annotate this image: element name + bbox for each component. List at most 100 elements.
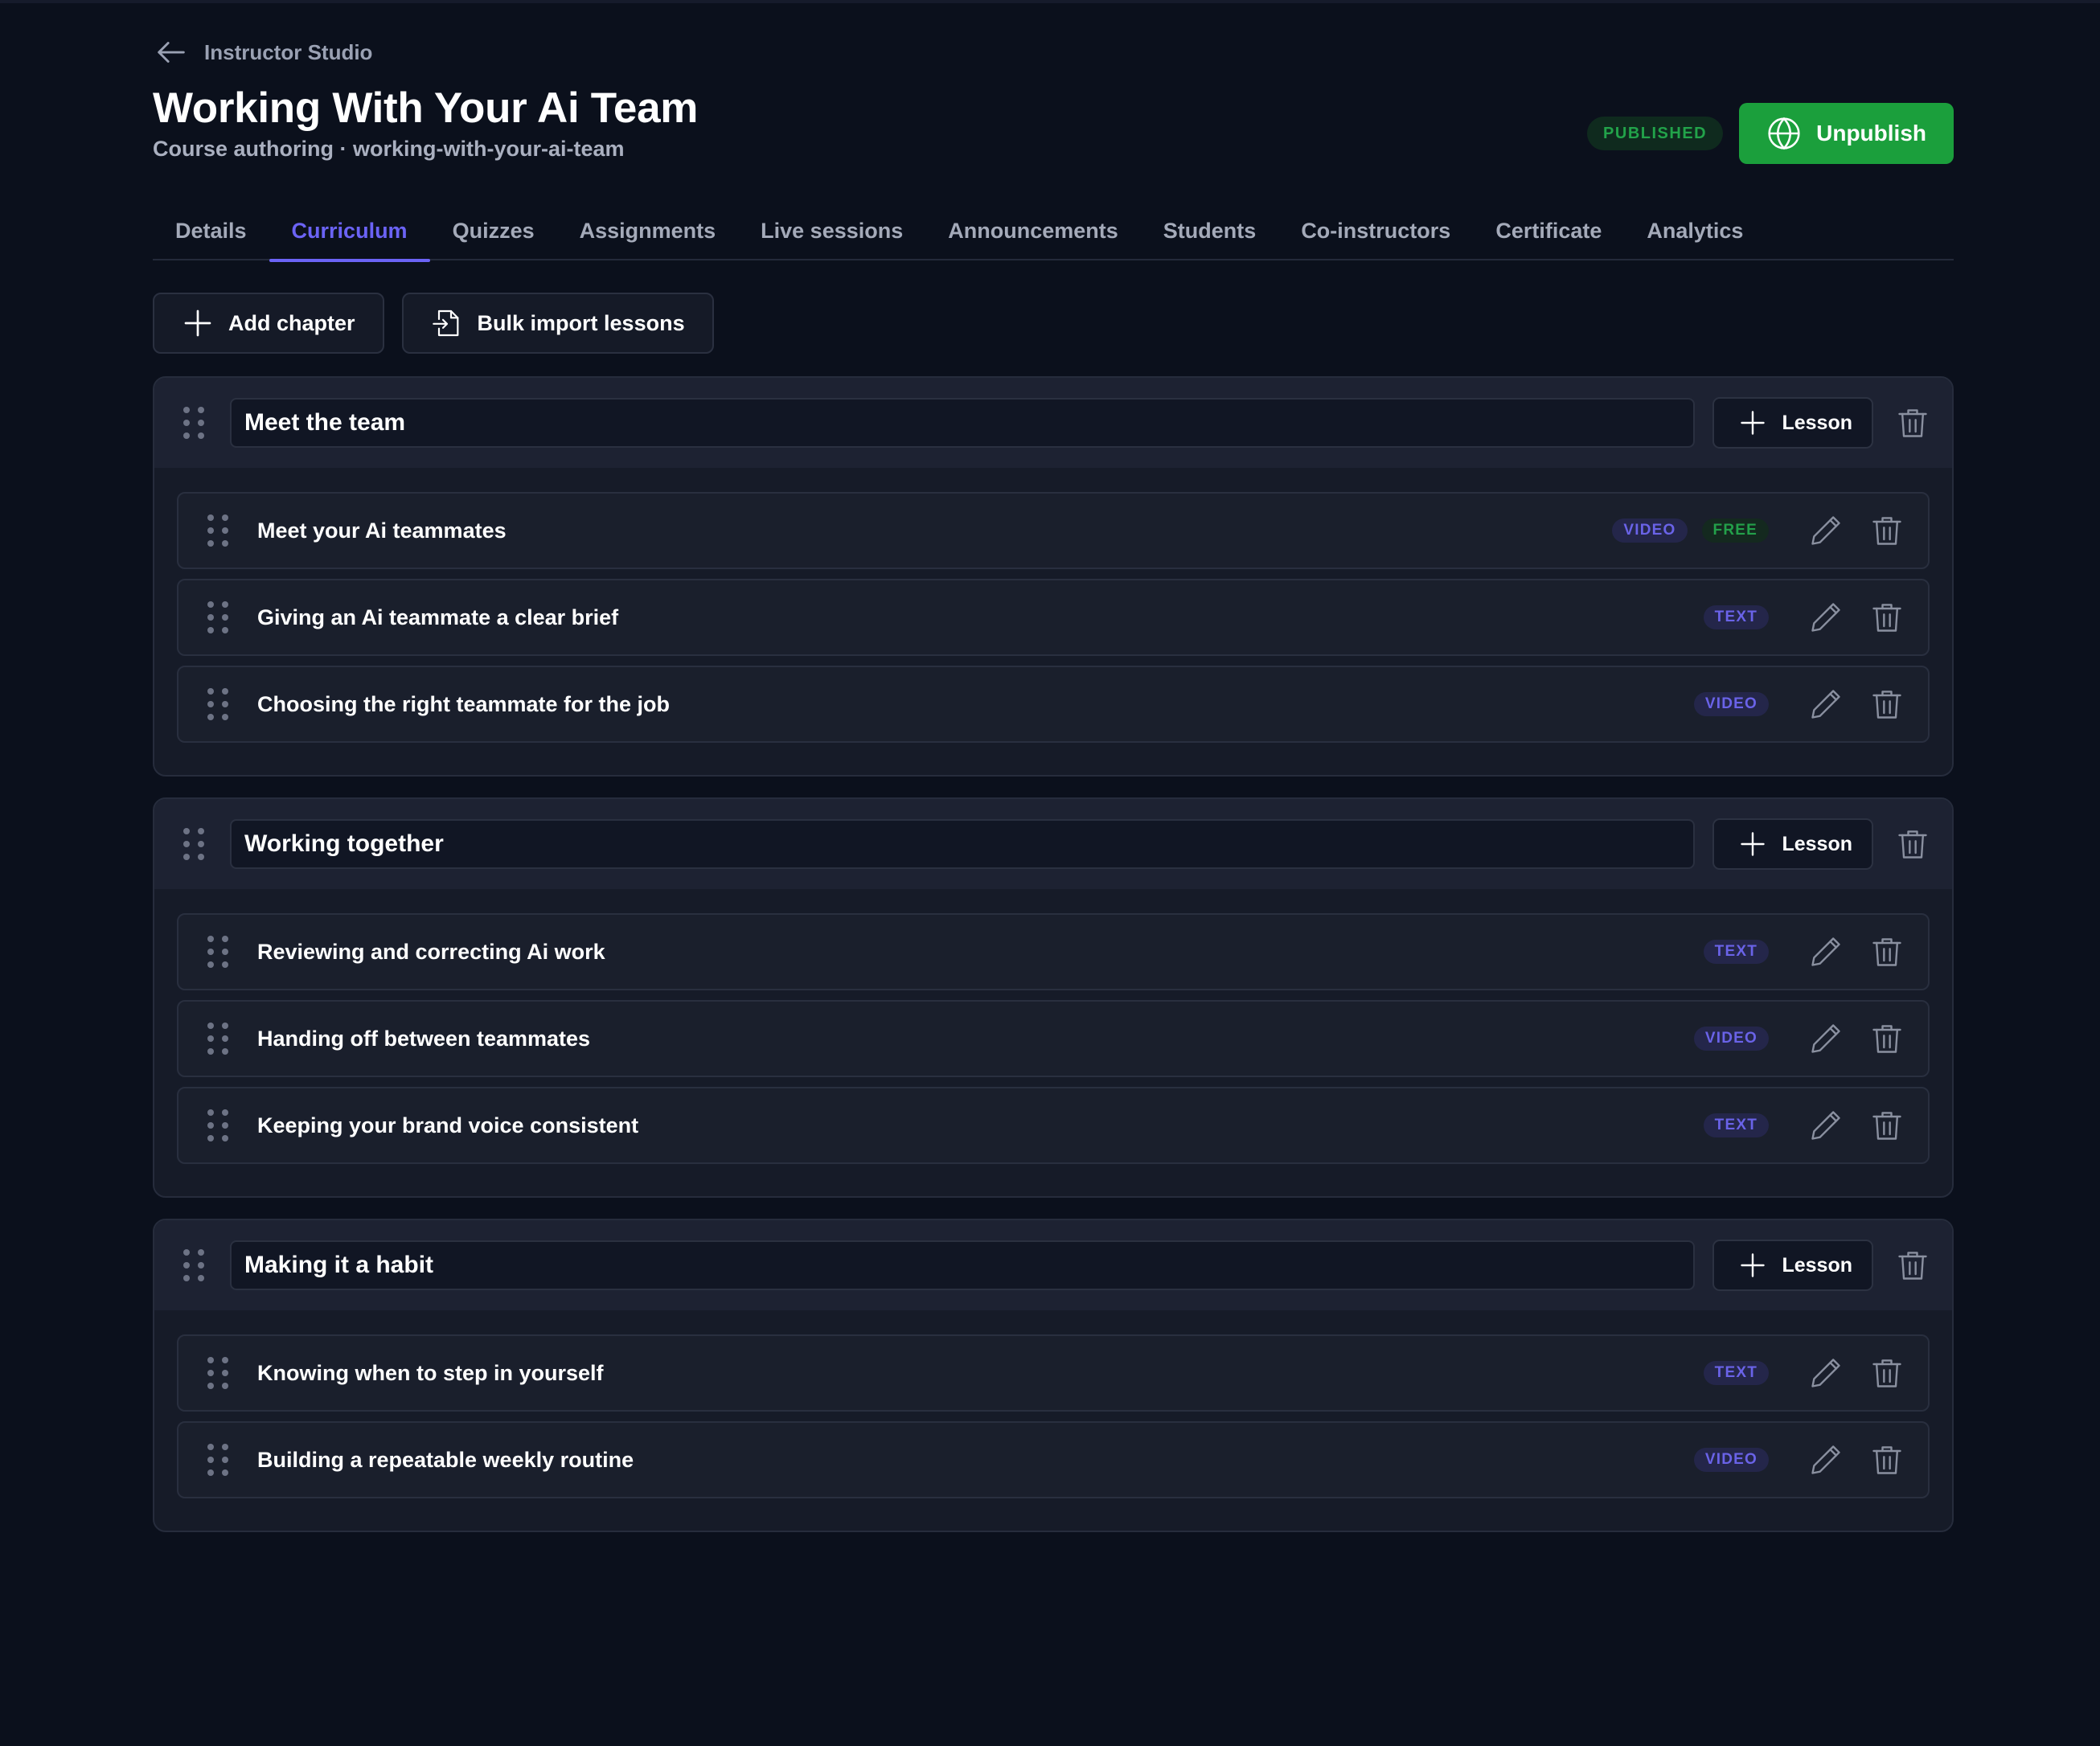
chapter-header: Meet the team Lesson (154, 378, 1952, 468)
lesson-title: Giving an Ai teammate a clear brief (257, 605, 619, 629)
drag-handle-icon[interactable] (207, 1023, 230, 1055)
tab-quizzes[interactable]: Quizzes (430, 201, 557, 260)
trash-icon[interactable] (1868, 1355, 1905, 1391)
drag-handle-icon[interactable] (207, 601, 230, 633)
add-lesson-label: Lesson (1782, 1253, 1852, 1277)
lesson-row[interactable]: Building a repeatable weekly routine VIDE… (177, 1421, 1930, 1498)
pencil-icon[interactable] (1807, 1107, 1844, 1144)
add-chapter-label: Add chapter (228, 310, 355, 335)
add-lesson-button[interactable]: Lesson (1712, 397, 1873, 449)
drag-handle-icon[interactable] (207, 514, 230, 547)
add-lesson-button[interactable]: Lesson (1712, 818, 1873, 870)
trash-icon[interactable] (1868, 1020, 1905, 1057)
tab-certificate[interactable]: Certificate (1473, 201, 1624, 260)
add-chapter-button[interactable]: Add chapter (153, 293, 384, 354)
pencil-icon[interactable] (1807, 933, 1844, 970)
chapter-title-input[interactable]: Making it a habit (230, 1240, 1696, 1290)
lesson-row[interactable]: Giving an Ai teammate a clear brief TEXT (177, 579, 1930, 656)
drag-handle-icon[interactable] (207, 688, 230, 720)
lesson-type-badge: VIDEO (1693, 692, 1769, 716)
trash-icon[interactable] (1868, 933, 1905, 970)
lesson-title: Meet your Ai teammates (257, 518, 507, 543)
lesson-row[interactable]: Keeping your brand voice consistent TEXT (177, 1087, 1930, 1164)
chapter-title-input[interactable]: Working together (230, 819, 1696, 869)
unpublish-label: Unpublish (1816, 121, 1926, 146)
lesson-type-badge: VIDEO (1612, 518, 1688, 543)
status-badge: PUBLISHED (1587, 117, 1724, 150)
pencil-icon[interactable] (1807, 512, 1844, 549)
lesson-type-badge: VIDEO (1693, 1027, 1769, 1051)
drag-handle-icon[interactable] (207, 936, 230, 968)
free-badge: FREE (1701, 518, 1769, 543)
plus-icon (1738, 1251, 1767, 1280)
lesson-row[interactable]: Knowing when to step in yourself TEXT (177, 1334, 1930, 1412)
tab-announcements[interactable]: Announcements (925, 201, 1141, 260)
lesson-type-badge: VIDEO (1693, 1448, 1769, 1472)
chapter-header: Making it a habit Lesson (154, 1220, 1952, 1310)
chapter-list: Meet the team Lesson Meet your Ai teammate… (153, 376, 1954, 1553)
back-link[interactable]: Instructor Studio (153, 34, 372, 71)
pencil-icon[interactable] (1807, 1355, 1844, 1391)
tab-analytics[interactable]: Analytics (1624, 201, 1766, 260)
lesson-list: Knowing when to step in yourself TEXT Buil… (154, 1310, 1952, 1531)
trash-icon[interactable] (1894, 826, 1931, 863)
drag-handle-icon[interactable] (183, 828, 206, 860)
pencil-icon[interactable] (1807, 1441, 1844, 1478)
curriculum-toolbar: Add chapter Bulk import lessons (153, 293, 714, 354)
back-link-label: Instructor Studio (204, 39, 373, 64)
trash-icon[interactable] (1894, 1247, 1931, 1284)
lesson-type-badge: TEXT (1703, 1113, 1769, 1137)
drag-handle-icon[interactable] (207, 1357, 230, 1389)
arrow-left-icon (158, 42, 185, 63)
tab-assignments[interactable]: Assignments (557, 201, 739, 260)
lesson-title: Choosing the right teammate for the job (257, 691, 671, 716)
tab-live-sessions[interactable]: Live sessions (738, 201, 925, 260)
unpublish-button[interactable]: Unpublish (1739, 103, 1954, 164)
drag-handle-icon[interactable] (183, 407, 206, 439)
chapter-card: Meet the team Lesson Meet your Ai teammate… (153, 376, 1954, 777)
drag-handle-icon[interactable] (207, 1444, 230, 1476)
tab-students[interactable]: Students (1141, 201, 1279, 260)
tab-curriculum[interactable]: Curriculum (269, 201, 430, 262)
tab-details[interactable]: Details (153, 201, 269, 260)
globe-icon (1768, 117, 1800, 150)
trash-icon[interactable] (1868, 599, 1905, 636)
chapter-title-input[interactable]: Meet the team (230, 398, 1696, 448)
page-title: Working With Your Ai Team (153, 84, 699, 132)
add-lesson-button[interactable]: Lesson (1712, 1240, 1873, 1291)
top-border (0, 0, 2100, 3)
trash-icon[interactable] (1894, 404, 1931, 441)
chapter-header: Working together Lesson (154, 799, 1952, 889)
lesson-title: Reviewing and correcting Ai work (257, 939, 605, 964)
lesson-row[interactable]: Handing off between teammates VIDEO (177, 1000, 1930, 1077)
pencil-icon[interactable] (1807, 599, 1844, 636)
tab-co-instructors[interactable]: Co-instructors (1278, 201, 1473, 260)
lesson-type-badge: TEXT (1703, 940, 1769, 964)
lesson-title: Keeping your brand voice consistent (257, 1113, 639, 1137)
add-lesson-label: Lesson (1782, 411, 1852, 434)
header-actions: PUBLISHED Unpublish (1587, 103, 1954, 164)
lesson-row[interactable]: Meet your Ai teammates VIDEO FREE (177, 492, 1930, 569)
trash-icon[interactable] (1868, 686, 1905, 723)
plus-icon (1738, 830, 1767, 859)
plus-icon (1738, 408, 1767, 437)
lesson-list: Meet your Ai teammates VIDEO FREE Giving an… (154, 468, 1952, 775)
trash-icon[interactable] (1868, 1107, 1905, 1144)
plus-icon (184, 309, 211, 337)
lesson-title: Knowing when to step in yourself (257, 1360, 604, 1385)
drag-handle-icon[interactable] (183, 1249, 206, 1281)
pencil-icon[interactable] (1807, 686, 1844, 723)
lesson-title: Handing off between teammates (257, 1026, 591, 1051)
add-lesson-label: Lesson (1782, 832, 1852, 855)
trash-icon[interactable] (1868, 1441, 1905, 1478)
lesson-row[interactable]: Choosing the right teammate for the job V… (177, 666, 1930, 743)
file-import-icon (432, 309, 458, 337)
trash-icon[interactable] (1868, 512, 1905, 549)
bulk-import-button[interactable]: Bulk import lessons (401, 293, 714, 354)
bulk-import-label: Bulk import lessons (477, 310, 685, 335)
lesson-row[interactable]: Reviewing and correcting Ai work TEXT (177, 913, 1930, 990)
drag-handle-icon[interactable] (207, 1109, 230, 1141)
tab-bar: Details Curriculum Quizzes Assignments Live … (153, 201, 1954, 262)
pencil-icon[interactable] (1807, 1020, 1844, 1057)
lesson-type-badge: TEXT (1703, 605, 1769, 629)
